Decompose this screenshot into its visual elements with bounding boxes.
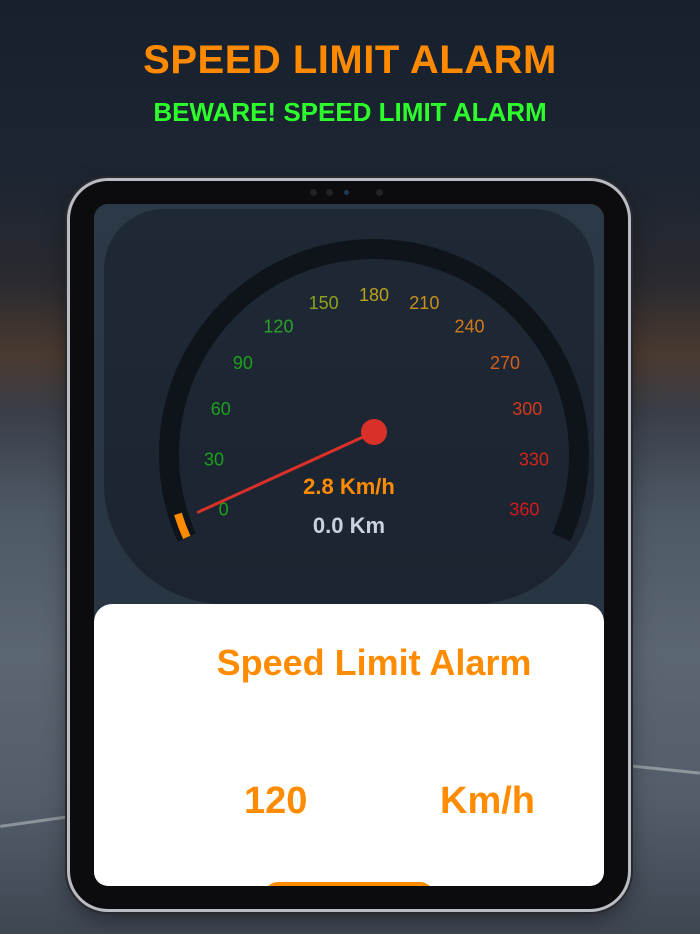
gauge-tick-label: 120 bbox=[263, 317, 293, 337]
distance-readout: 0.0 Km bbox=[313, 513, 385, 538]
road-marking bbox=[630, 764, 700, 775]
gauge-tick-label: 60 bbox=[211, 399, 231, 419]
camera-bar bbox=[306, 187, 396, 197]
speed-limit-unit[interactable]: Km/h bbox=[440, 780, 535, 823]
alarm-sheet-title: Speed Limit Alarm bbox=[216, 642, 532, 683]
speed-needle bbox=[196, 430, 376, 514]
speed-limit-value[interactable]: 120 bbox=[244, 780, 307, 823]
gauge-tick-label: 150 bbox=[309, 293, 339, 313]
gauge-tick-label: 210 bbox=[409, 293, 439, 313]
gauge-tick-label: 360 bbox=[509, 500, 539, 520]
current-speed: 2.8 Km/h bbox=[303, 474, 395, 499]
tablet-frame: 0 30 60 90 120 150 180 210 240 270 300 330 360 2.8 K… bbox=[70, 181, 628, 909]
gauge-tick-label: 30 bbox=[204, 450, 224, 470]
promo-headline: SPEED LIMIT ALARM bbox=[143, 38, 557, 82]
gauge-tick-label: 240 bbox=[455, 317, 485, 337]
gauge-tick-label: 330 bbox=[519, 450, 549, 470]
gauge-tick-label: 180 bbox=[359, 285, 389, 305]
gauge-tick-label: 270 bbox=[490, 353, 520, 373]
needle-hub bbox=[361, 419, 387, 445]
set-alarm-button[interactable] bbox=[264, 882, 434, 886]
speedometer-gauge: 0306090120150 180 210240270300330360 2.8 K… bbox=[159, 239, 589, 542]
app-screen: 0 30 60 90 120 150 180 210 240 270 300 330 360 2.8 K… bbox=[94, 204, 604, 886]
alarm-sheet: Speed Limit Alarm 120 Km/h bbox=[94, 604, 604, 886]
promo-subheadline: BEWARE! SPEED LIMIT ALARM bbox=[153, 97, 547, 127]
gauge-tick-label: 300 bbox=[512, 399, 542, 419]
gauge-tick-label: 90 bbox=[233, 353, 253, 373]
road-marking bbox=[0, 815, 70, 828]
